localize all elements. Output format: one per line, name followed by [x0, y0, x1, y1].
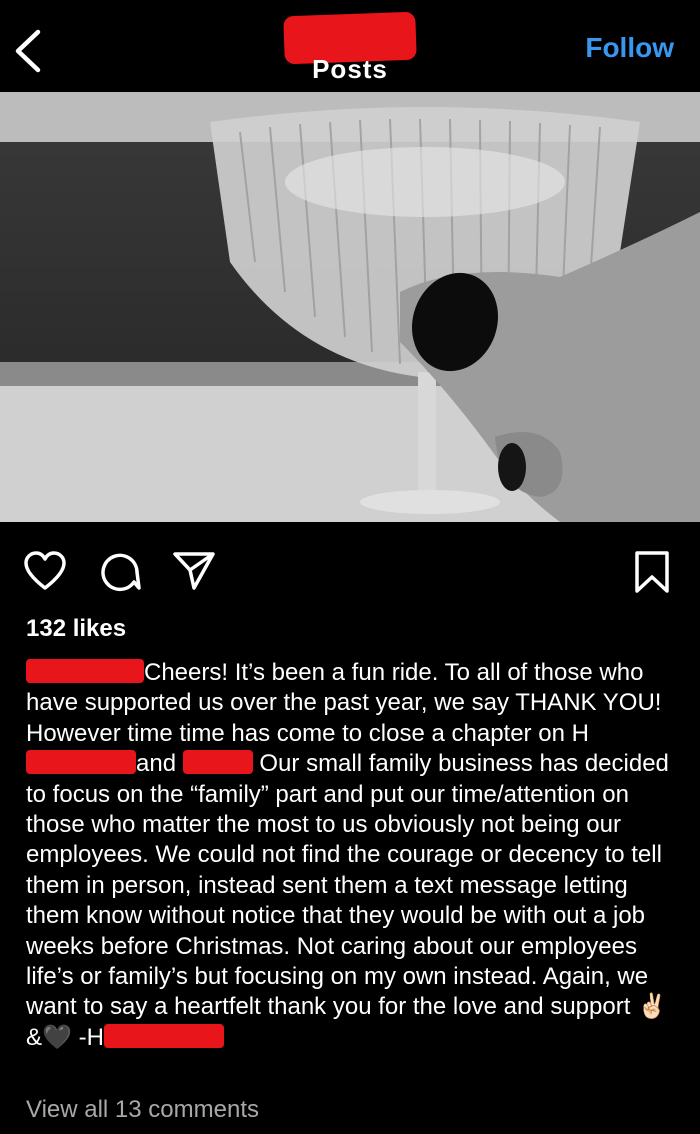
heart-emoji: 🖤: [42, 1023, 72, 1051]
paper-plane-icon[interactable]: [172, 550, 216, 592]
caption-text-2: and: [136, 750, 177, 778]
page-title: Posts: [312, 54, 388, 84]
redacted-signature: [103, 1023, 224, 1048]
follow-button[interactable]: Follow: [585, 32, 674, 64]
view-comments-link[interactable]: View all 13 comments: [26, 1096, 259, 1124]
caption-text-3: Our small family business has decided to…: [26, 750, 669, 1021]
signoff: -H: [78, 1023, 104, 1051]
redacted-name: [26, 750, 136, 775]
comment-bubble-icon[interactable]: [98, 550, 142, 592]
bookmark-icon[interactable]: [634, 550, 670, 594]
post-actions: [0, 540, 700, 600]
back-button[interactable]: [10, 28, 50, 74]
heart-icon[interactable]: [22, 550, 68, 592]
chevron-left-icon: [15, 29, 41, 73]
post-image[interactable]: [0, 92, 700, 522]
post-caption: Cheers! It’s been a fun ride. To all of …: [26, 658, 676, 1053]
redacted-name: [182, 750, 253, 775]
photo-of-cocktail-glass: [0, 92, 700, 522]
header-title-area: Posts: [270, 11, 430, 84]
redacted-username: [26, 659, 144, 683]
ampersand: &: [26, 1023, 43, 1051]
likes-count[interactable]: 132 likes: [26, 615, 126, 643]
top-bar: Posts Follow: [0, 0, 700, 92]
peace-emoji: ✌🏻: [637, 993, 667, 1021]
